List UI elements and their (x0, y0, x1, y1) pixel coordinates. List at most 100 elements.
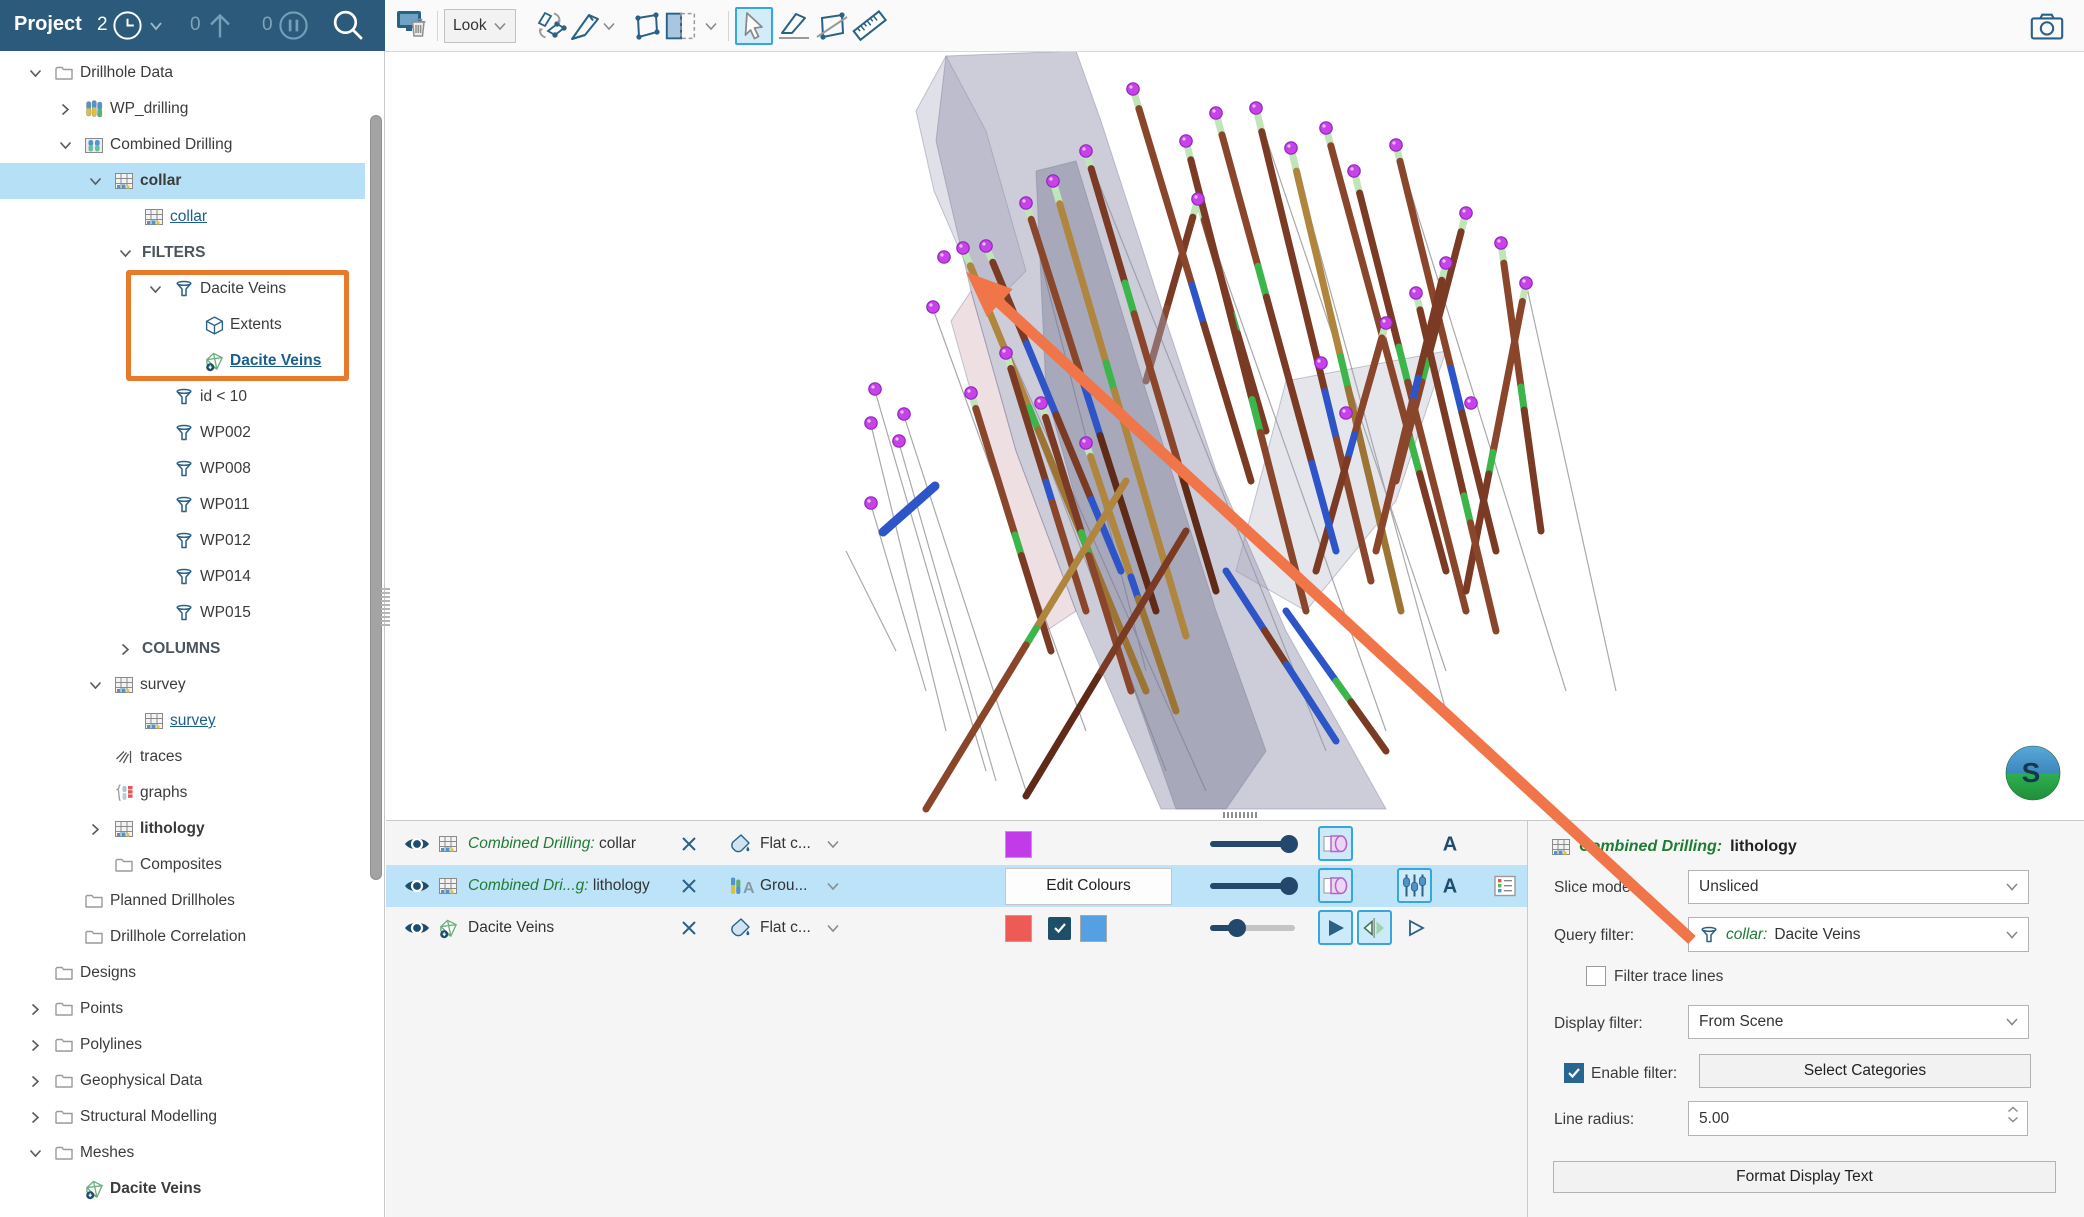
colour-mode-dropdown[interactable]: Grou... (760, 865, 820, 907)
visibility-eye-button[interactable] (404, 907, 434, 949)
show-labels-toggle[interactable]: A (1432, 868, 1467, 903)
tree-item-polylines[interactable]: Polylines (0, 1027, 365, 1063)
flat-cylinders-toggle[interactable] (1318, 868, 1353, 903)
format-display-text-button[interactable]: Format Display Text (1553, 1161, 2056, 1193)
draw-slicer-plane-button[interactable] (813, 7, 851, 45)
shape-row-dacite-veins[interactable]: Dacite VeinsFlat c... (386, 907, 1527, 949)
tree-chevron-right-icon[interactable] (22, 1111, 48, 1124)
tree-chevron-down-icon[interactable] (142, 285, 168, 294)
tree-item-id-10[interactable]: id < 10 (0, 379, 365, 415)
draw-slicer-line-button[interactable] (775, 7, 813, 45)
recent-scenes-icon[interactable] (111, 9, 144, 42)
cycle-slicer-button[interactable] (531, 7, 569, 45)
measure-tool-button[interactable] (851, 7, 889, 45)
pause-icon[interactable] (277, 9, 310, 42)
tree-item-planned-drillholes[interactable]: Planned Drillholes (0, 883, 365, 919)
tree-item-points[interactable]: Points (0, 991, 365, 1027)
enable-filter-checkbox[interactable] (1564, 1063, 1584, 1083)
slice-mode-dropdown[interactable]: Unsliced (1688, 870, 2029, 904)
tree-item-wp-drilling[interactable]: WP_drilling (0, 91, 365, 127)
screenshot-camera-button[interactable] (2028, 8, 2066, 46)
upload-arrow-icon[interactable] (206, 10, 234, 41)
tree-item-survey[interactable]: survey (0, 703, 365, 739)
flat-cylinders-toggle[interactable] (1318, 826, 1353, 861)
draw-plane-button[interactable] (628, 7, 666, 45)
tree-item-dacite-veins[interactable]: Dacite Veins (0, 343, 365, 379)
scene-splitter-handle[interactable] (1223, 812, 1257, 818)
tree-item-traces[interactable]: traces (0, 739, 365, 775)
back-face-toggle[interactable] (1398, 910, 1433, 945)
tree-chevron-right-icon[interactable] (22, 1039, 48, 1052)
tree-scrollbar[interactable] (370, 115, 382, 880)
line-radius-spinner[interactable] (2007, 1106, 2019, 1123)
scene-3d-viewport[interactable]: S (386, 51, 2084, 820)
tree-item-extents[interactable]: Extents (0, 307, 365, 343)
tree-item-survey[interactable]: survey (0, 667, 365, 703)
tree-chevron-down-icon[interactable] (22, 1149, 48, 1158)
tree-chevron-down-icon[interactable] (52, 141, 78, 150)
tree-chevron-right-icon[interactable] (22, 1003, 48, 1016)
opacity-slider[interactable] (1210, 823, 1296, 865)
tree-item-drillhole-data[interactable]: Drillhole Data (0, 55, 365, 91)
tree-item-dacite-veins[interactable]: Dacite Veins (0, 271, 365, 307)
tree-item-wp015[interactable]: WP015 (0, 595, 365, 631)
tree-item-graphs[interactable]: graphs (0, 775, 365, 811)
tree-chevron-down-icon[interactable] (112, 249, 138, 258)
colour-swatch[interactable] (1005, 831, 1032, 858)
spinner-down-icon[interactable] (2007, 1116, 2019, 1123)
look-dropdown[interactable]: Look (444, 9, 516, 43)
slicer-chevron-icon[interactable] (599, 7, 619, 45)
select-tool-button[interactable] (735, 7, 773, 45)
colour-mode-chevron-icon[interactable] (826, 865, 844, 907)
tree-item-wp012[interactable]: WP012 (0, 523, 365, 559)
visibility-eye-button[interactable] (404, 865, 434, 907)
remove-from-scene-button[interactable] (680, 823, 706, 865)
select-categories-button[interactable]: Select Categories (1699, 1054, 2031, 1088)
tree-chevron-down-icon[interactable] (82, 177, 108, 186)
remove-from-scene-button[interactable] (680, 907, 706, 949)
shape-row-collar[interactable]: Combined Drilling: collarFlat c...A (386, 823, 1527, 865)
tree-item-drillhole-correlation[interactable]: Drillhole Correlation (0, 919, 365, 955)
clip-box-button[interactable] (663, 7, 701, 45)
tree-chevron-down-icon[interactable] (22, 69, 48, 78)
shape-row-lithology[interactable]: Combined Dri...g: lithologyAGrou...Edit … (386, 865, 1527, 907)
tree-item-filters[interactable]: FILTERS (0, 235, 365, 271)
tree-item-dacite-veins[interactable]: Dacite Veins (0, 1171, 365, 1207)
tree-chevron-right-icon[interactable] (22, 1075, 48, 1088)
colour-mode-chevron-icon[interactable] (826, 823, 844, 865)
tree-item-columns[interactable]: COLUMNS (0, 631, 365, 667)
tree-item-lithology[interactable]: lithology (0, 811, 365, 847)
opacity-slider[interactable] (1210, 907, 1296, 949)
clip-box-chevron-icon[interactable] (701, 7, 721, 45)
clear-scene-button[interactable] (395, 7, 433, 45)
opacity-slider[interactable] (1210, 865, 1296, 907)
two-sided-checkbox[interactable] (1048, 917, 1071, 940)
flip-faces-toggle[interactable] (1357, 910, 1392, 945)
edit-colours-button[interactable]: Edit Colours (1005, 868, 1172, 905)
line-radius-input[interactable]: 5.00 (1688, 1101, 2028, 1136)
tree-item-wp014[interactable]: WP014 (0, 559, 365, 595)
tree-item-structural-modelling[interactable]: Structural Modelling (0, 1099, 365, 1135)
tree-item-combined-drilling[interactable]: Combined Drilling (0, 127, 365, 163)
tree-item-designs[interactable]: Designs (0, 955, 365, 991)
show-labels-toggle[interactable]: A (1432, 826, 1467, 861)
colour-mode-dropdown[interactable]: Flat c... (760, 823, 820, 865)
tree-item-geophysical-data[interactable]: Geophysical Data (0, 1063, 365, 1099)
colour-mode-dropdown[interactable]: Flat c... (760, 907, 820, 949)
tree-item-wp002[interactable]: WP002 (0, 415, 365, 451)
filter-values-toggle[interactable] (1397, 868, 1432, 903)
tree-chevron-right-icon[interactable] (52, 103, 78, 116)
sidebar-splitter-handle[interactable] (381, 588, 390, 628)
tree-chevron-right-icon[interactable] (112, 643, 138, 656)
display-filter-dropdown[interactable]: From Scene (1688, 1005, 2029, 1039)
tree-chevron-down-icon[interactable] (82, 681, 108, 690)
visibility-eye-button[interactable] (404, 823, 434, 865)
show-legend-toggle[interactable] (1487, 868, 1522, 903)
tree-item-wp011[interactable]: WP011 (0, 487, 365, 523)
remove-from-scene-button[interactable] (680, 865, 706, 907)
outside-colour-swatch[interactable] (1080, 915, 1107, 942)
tree-item-wp008[interactable]: WP008 (0, 451, 365, 487)
tree-item-composites[interactable]: Composites (0, 847, 365, 883)
search-icon[interactable] (330, 8, 365, 43)
query-filter-dropdown[interactable]: collar: Dacite Veins (1688, 917, 2029, 952)
